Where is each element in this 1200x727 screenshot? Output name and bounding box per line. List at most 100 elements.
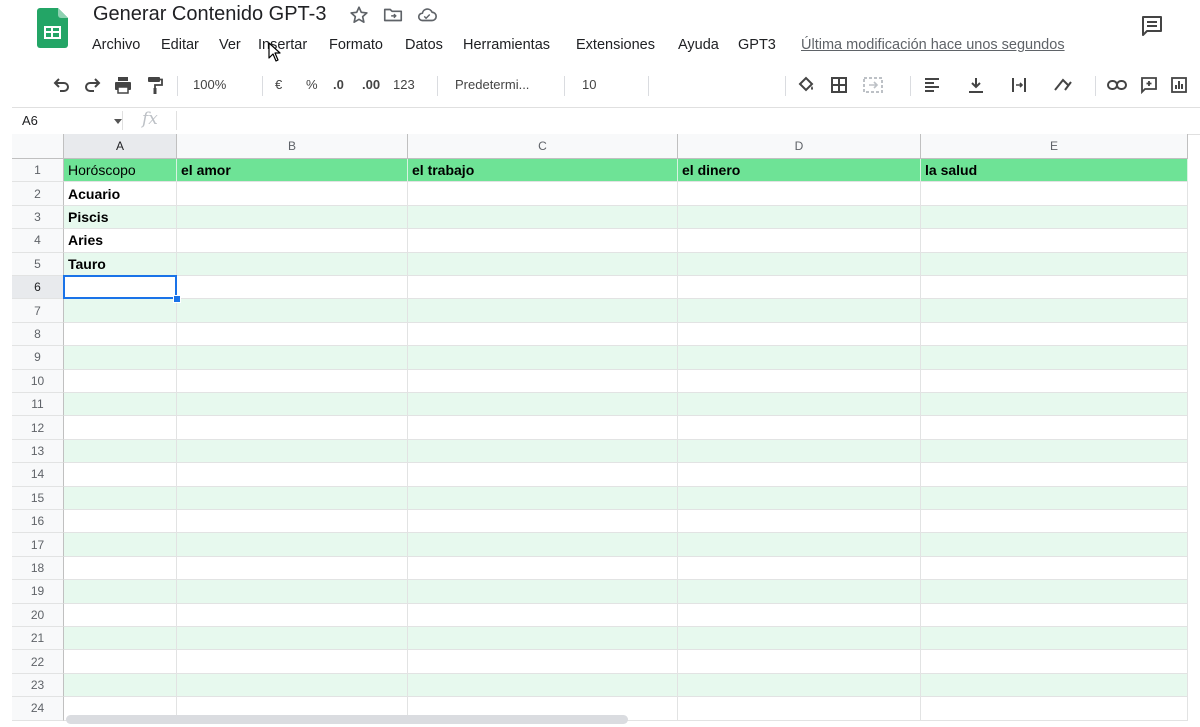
cell-d18[interactable] <box>678 556 921 580</box>
cell-e10[interactable] <box>921 369 1188 392</box>
decrease-decimals-button[interactable]: .0 <box>333 77 344 92</box>
row-header-13[interactable]: 13 <box>12 439 64 464</box>
vertical-align-button[interactable] <box>965 74 987 96</box>
cell-c4[interactable] <box>408 229 678 252</box>
row-header-21[interactable]: 21 <box>12 627 64 651</box>
cloud-saved-icon[interactable] <box>416 4 438 26</box>
cell-a12[interactable] <box>64 416 177 439</box>
move-folder-icon[interactable] <box>382 4 404 26</box>
cell-c18[interactable] <box>408 556 678 580</box>
menu-herramientas[interactable]: Herramientas <box>463 37 550 53</box>
print-button[interactable] <box>112 74 134 96</box>
cell-e16[interactable] <box>921 510 1188 533</box>
cell-d16[interactable] <box>678 510 921 533</box>
font-size-select[interactable]: 10 <box>582 77 596 92</box>
cell-e6[interactable] <box>921 276 1188 299</box>
cell-b17[interactable] <box>177 533 408 556</box>
fill-handle[interactable] <box>173 295 181 304</box>
cell-e4[interactable] <box>921 229 1188 252</box>
cell-e19[interactable] <box>921 580 1188 603</box>
document-title[interactable]: Generar Contenido GPT-3 <box>93 3 326 26</box>
cell-c8[interactable] <box>408 322 678 346</box>
row-header-12[interactable]: 12 <box>12 416 64 440</box>
cell-b16[interactable] <box>177 510 408 533</box>
cell-a4[interactable]: Aries <box>64 229 177 252</box>
cell-a18[interactable] <box>64 556 177 580</box>
menu-archivo[interactable]: Archivo <box>92 37 140 53</box>
cell-b22[interactable] <box>177 650 408 673</box>
cell-e5[interactable] <box>921 252 1188 275</box>
cell-b10[interactable] <box>177 369 408 392</box>
font-family-select[interactable]: Predetermi... <box>455 77 529 92</box>
cell-e8[interactable] <box>921 322 1188 346</box>
cell-c20[interactable] <box>408 603 678 626</box>
row-header-1[interactable]: 1 <box>12 159 64 183</box>
column-header-c[interactable]: C <box>408 134 678 159</box>
cell-c7[interactable] <box>408 299 678 322</box>
cell-d20[interactable] <box>678 603 921 626</box>
cell-e15[interactable] <box>921 486 1188 509</box>
undo-button[interactable] <box>50 74 72 96</box>
cell-d3[interactable] <box>678 205 921 229</box>
cell-a3[interactable]: Piscis <box>64 205 177 229</box>
cell-c21[interactable] <box>408 627 678 650</box>
cell-b8[interactable] <box>177 322 408 346</box>
menu-datos[interactable]: Datos <box>405 37 443 53</box>
cell-a1[interactable]: Horóscopo <box>64 159 177 182</box>
row-header-22[interactable]: 22 <box>12 650 64 674</box>
row-header-10[interactable]: 10 <box>12 369 64 393</box>
cell-b4[interactable] <box>177 229 408 252</box>
cell-b5[interactable] <box>177 252 408 275</box>
menu-gpt3[interactable]: GPT3 <box>738 37 776 53</box>
insert-chart-button[interactable] <box>1168 74 1190 96</box>
cell-d24[interactable] <box>678 697 921 720</box>
name-box[interactable]: A6 <box>22 113 38 128</box>
zoom-select[interactable]: 100% <box>193 77 226 92</box>
increase-decimals-button[interactable]: .00 <box>362 77 380 92</box>
borders-button[interactable] <box>828 74 850 96</box>
insert-link-button[interactable] <box>1106 74 1128 96</box>
cell-e11[interactable] <box>921 393 1188 416</box>
last-edit-link[interactable]: Última modificación hace unos segundos <box>801 37 1065 53</box>
insert-comment-button[interactable] <box>1138 74 1160 96</box>
column-header-a[interactable]: A <box>64 134 177 159</box>
cell-b7[interactable] <box>177 299 408 322</box>
row-header-5[interactable]: 5 <box>12 252 64 276</box>
cell-c3[interactable] <box>408 205 678 229</box>
cell-d14[interactable] <box>678 463 921 486</box>
row-header-4[interactable]: 4 <box>12 229 64 253</box>
cell-d8[interactable] <box>678 322 921 346</box>
cell-d11[interactable] <box>678 393 921 416</box>
cell-b19[interactable] <box>177 580 408 603</box>
cell-b12[interactable] <box>177 416 408 439</box>
cell-d2[interactable] <box>678 182 921 205</box>
cell-d5[interactable] <box>678 252 921 275</box>
row-header-2[interactable]: 2 <box>12 182 64 206</box>
cell-d19[interactable] <box>678 580 921 603</box>
cell-c14[interactable] <box>408 463 678 486</box>
row-header-17[interactable]: 17 <box>12 533 64 557</box>
cell-e2[interactable] <box>921 182 1188 205</box>
row-header-15[interactable]: 15 <box>12 486 64 510</box>
cell-d12[interactable] <box>678 416 921 439</box>
cell-a11[interactable] <box>64 393 177 416</box>
row-header-6[interactable]: 6 <box>12 276 64 300</box>
redo-button[interactable] <box>82 74 104 96</box>
menu-insertar[interactable]: Insertar <box>258 37 307 53</box>
cell-b18[interactable] <box>177 556 408 580</box>
cell-d4[interactable] <box>678 229 921 252</box>
text-rotation-button[interactable] <box>1052 74 1074 96</box>
row-header-24[interactable]: 24 <box>12 697 64 721</box>
cell-a14[interactable] <box>64 463 177 486</box>
cell-d10[interactable] <box>678 369 921 392</box>
cell-e1[interactable]: la salud <box>921 159 1188 182</box>
cell-c1[interactable]: el trabajo <box>408 159 678 182</box>
cell-b15[interactable] <box>177 486 408 509</box>
row-header-18[interactable]: 18 <box>12 556 64 581</box>
row-header-14[interactable]: 14 <box>12 463 64 487</box>
cell-b14[interactable] <box>177 463 408 486</box>
merge-cells-button[interactable] <box>862 74 884 96</box>
menu-formato[interactable]: Formato <box>329 37 383 53</box>
cell-d22[interactable] <box>678 650 921 673</box>
horizontal-scrollbar[interactable] <box>66 715 628 724</box>
